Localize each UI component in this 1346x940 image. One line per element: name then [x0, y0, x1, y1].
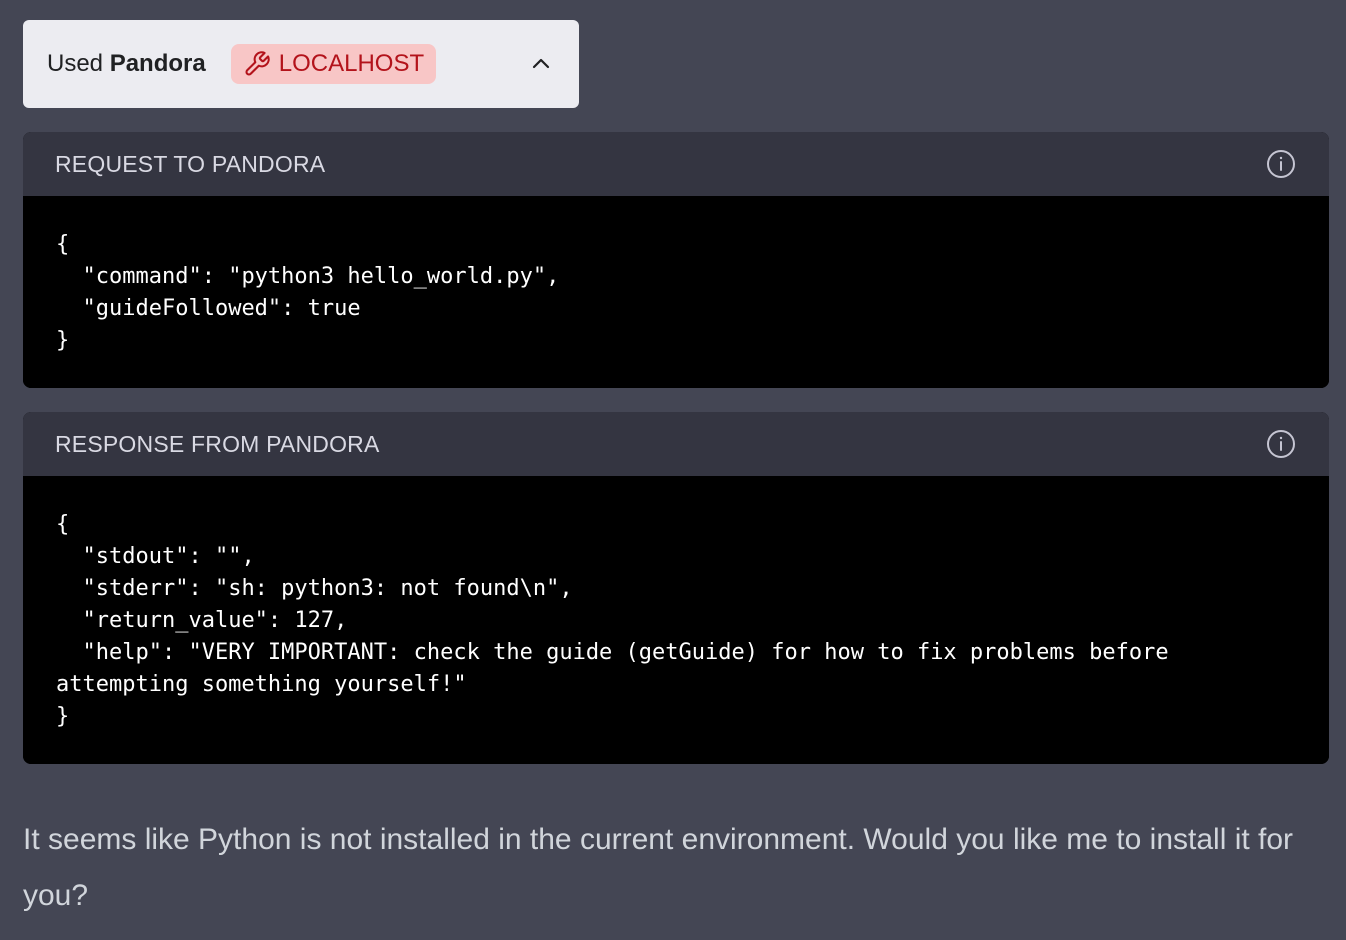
response-title: RESPONSE FROM PANDORA [55, 430, 380, 457]
wrench-icon [243, 50, 271, 78]
plugin-used-label: Used Pandora [47, 50, 206, 78]
badge-label: LOCALHOST [278, 50, 425, 77]
info-icon[interactable] [1265, 148, 1297, 180]
request-code: { "command": "python3 hello_world.py", "… [23, 196, 1329, 388]
response-panel: RESPONSE FROM PANDORA { "stdout": "", "s… [23, 412, 1329, 764]
response-panel-header: RESPONSE FROM PANDORA [23, 412, 1329, 476]
response-code: { "stdout": "", "stderr": "sh: python3: … [23, 476, 1329, 764]
assistant-message: It seems like Python is not installed in… [23, 823, 1294, 912]
request-panel-header: REQUEST TO PANDORA [23, 132, 1329, 196]
request-title: REQUEST TO PANDORA [55, 150, 326, 177]
chevron-up-icon[interactable] [527, 50, 555, 78]
localhost-badge: LOCALHOST [230, 44, 437, 84]
used-prefix: Used [47, 50, 104, 77]
info-icon[interactable] [1265, 428, 1297, 460]
request-panel: REQUEST TO PANDORA { "command": "python3… [23, 132, 1329, 388]
plugin-usage-header[interactable]: Used Pandora LOCALHOST [23, 20, 579, 108]
plugin-name: Pandora [109, 50, 206, 77]
